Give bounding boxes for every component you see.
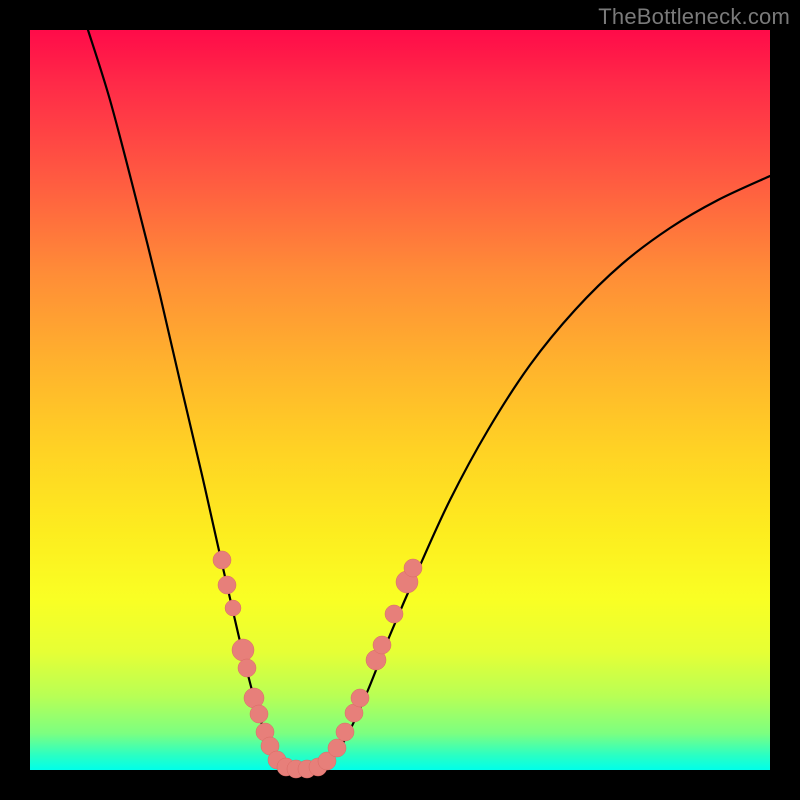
- sample-dot: [404, 559, 422, 577]
- sample-dot: [373, 636, 391, 654]
- bottleneck-curve: [88, 30, 770, 769]
- sample-dot: [213, 551, 231, 569]
- sample-dot: [385, 605, 403, 623]
- sample-dot: [225, 600, 241, 616]
- sample-dot: [336, 723, 354, 741]
- sample-dot: [351, 689, 369, 707]
- watermark-text: TheBottleneck.com: [598, 4, 790, 30]
- sample-dot: [238, 659, 256, 677]
- sample-dot: [218, 576, 236, 594]
- sample-dot: [328, 739, 346, 757]
- sample-dot: [232, 639, 254, 661]
- sample-dot: [250, 705, 268, 723]
- sample-dots: [213, 551, 422, 778]
- bottleneck-curve-svg: [30, 30, 770, 770]
- chart-plot-area: [30, 30, 770, 770]
